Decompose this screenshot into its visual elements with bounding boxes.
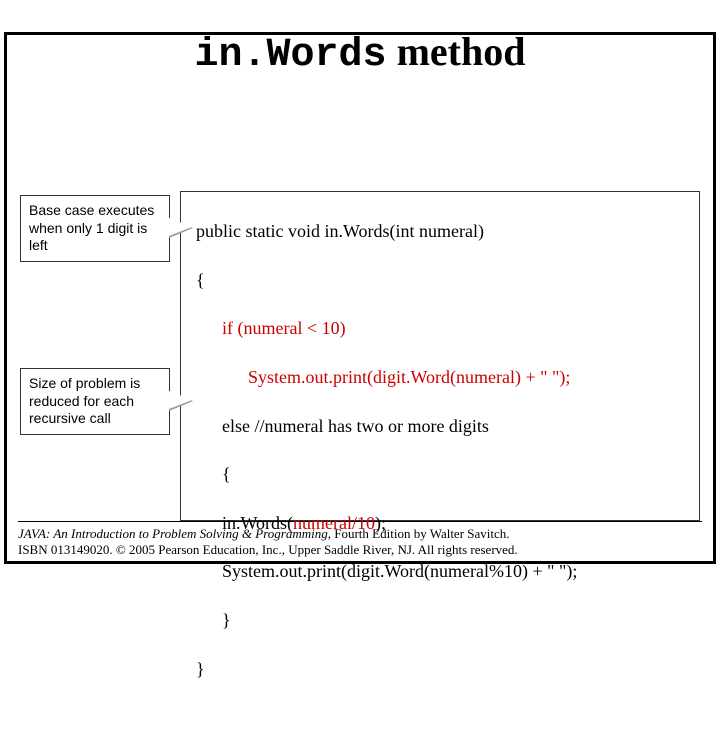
- content-area: Base case executes when only 1 digit is …: [20, 183, 700, 506]
- code-seg: );: [375, 513, 386, 533]
- code-line: }: [196, 657, 577, 681]
- callout-recursive: Size of problem is reduced for each recu…: [20, 368, 170, 435]
- code-line: {: [196, 462, 577, 486]
- code-line: else //numeral has two or more digits: [196, 414, 577, 438]
- callout-base-case: Base case executes when only 1 digit is …: [20, 195, 170, 262]
- code-seg: in.Words(: [222, 513, 293, 533]
- code-block: public static void in.Words(int numeral)…: [196, 195, 577, 730]
- code-line: System.out.print(digit.Word(numeral%10) …: [196, 559, 577, 583]
- code-line: {: [196, 268, 577, 292]
- code-line: System.out.print(digit.Word(numeral) + "…: [196, 365, 577, 389]
- code-line: public static void in.Words(int numeral): [196, 219, 577, 243]
- code-line: }: [196, 608, 577, 632]
- callout-text: Base case executes when only 1 digit is …: [29, 202, 154, 253]
- callout-text: Size of problem is reduced for each recu…: [29, 375, 140, 426]
- code-line: if (numeral < 10): [196, 316, 577, 340]
- code-line: in.Words(numeral/10);: [196, 511, 577, 535]
- code-seg: numeral/10: [293, 513, 375, 533]
- callout-arrow-icon: [169, 218, 193, 238]
- callout-arrow-icon: [169, 391, 193, 411]
